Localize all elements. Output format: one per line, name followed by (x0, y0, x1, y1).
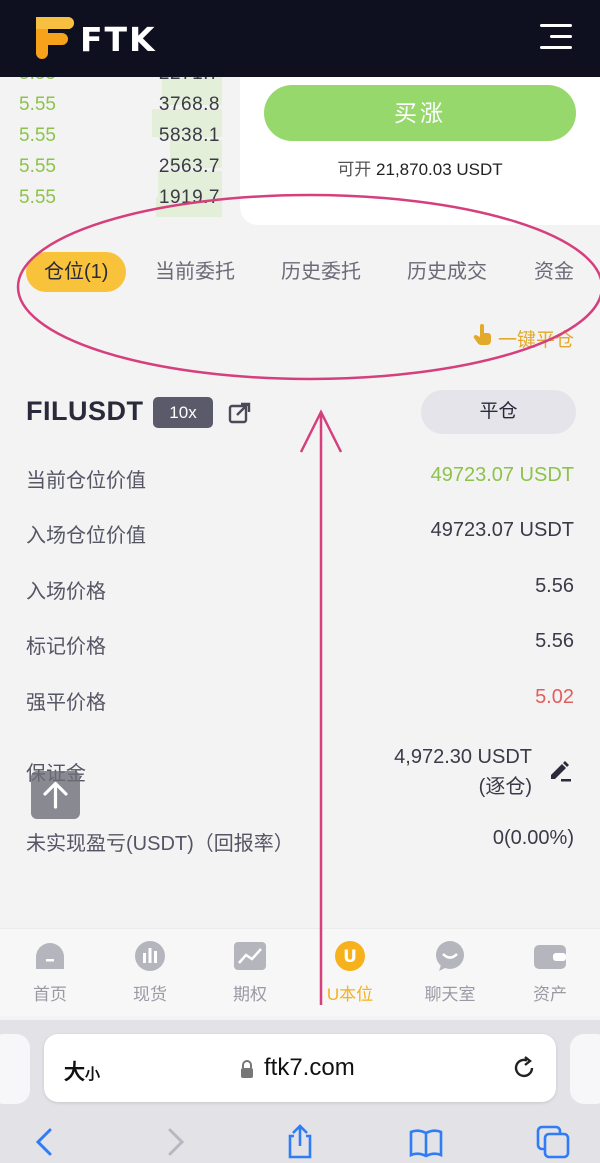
orderbook-row[interactable]: 5.55 2563.7 (0, 156, 240, 187)
position-value: 49723.07 USDT (430, 464, 574, 486)
available-value: 21,870.03 USDT (376, 160, 503, 179)
svg-text:U: U (343, 947, 357, 967)
orderbook-qty: 5838.1 (158, 125, 220, 146)
logo-text: FTK (80, 20, 157, 59)
text-size-small: 小 (85, 1066, 101, 1083)
nav-item-spot[interactable]: 现货 (100, 941, 200, 1005)
position-value-label: 当前仓位价值 (26, 470, 146, 492)
nav-item-assets[interactable]: 资产 (500, 941, 600, 1005)
address-bar[interactable]: 大小 ftk7.com (44, 1034, 556, 1102)
nav-label: 期权 (233, 985, 267, 1004)
share-external-icon[interactable] (228, 401, 252, 425)
orderbook-price: 5.55 (19, 187, 56, 208)
entry-value: 49723.07 USDT (430, 519, 574, 541)
orderbook-row[interactable]: 5.55 2271.7 (0, 77, 240, 94)
chat-icon (436, 941, 464, 971)
nav-label: 现货 (133, 985, 167, 1004)
orderbook-row[interactable]: 5.55 3768.8 (0, 94, 240, 125)
tabs-icon[interactable] (535, 1124, 571, 1160)
tab-positions[interactable]: 仓位(1) (26, 252, 127, 292)
orderbook-row[interactable]: 5.55 5838.1 (0, 125, 240, 156)
orderbook-price: 5.55 (19, 156, 56, 177)
mark-price: 5.56 (535, 630, 574, 652)
browser-chrome: 大小 ftk7.com (0, 1020, 600, 1163)
orderbook-qty: 2271.7 (159, 77, 220, 85)
position-row: 入场仓位价值 49723.07 USDT (0, 519, 600, 553)
tab-trade-history[interactable]: 历史成交 (407, 252, 487, 292)
u-coin-icon: U (335, 941, 365, 971)
nav-label: 资产 (533, 985, 567, 1004)
tab-order-history[interactable]: 历史委托 (281, 252, 361, 292)
wallet-icon (534, 945, 566, 969)
share-icon[interactable] (282, 1124, 318, 1160)
lock-icon (241, 1060, 253, 1078)
nav-item-u-margin[interactable]: U U本位 (300, 941, 400, 1005)
nav-item-options[interactable]: 期权 (200, 941, 300, 1005)
close-position-button[interactable]: 平仓 (421, 390, 576, 434)
leverage-badge: 10x (153, 397, 213, 428)
tab-funds[interactable]: 资金 (534, 252, 574, 292)
mark-price-label: 标记价格 (26, 636, 106, 658)
arrow-up-icon (43, 781, 68, 809)
nav-item-home[interactable]: 首页 (0, 941, 100, 1005)
position-row: 入场价格 5.56 (0, 575, 600, 609)
scroll-to-top-button[interactable] (31, 771, 80, 819)
edit-margin-icon[interactable] (547, 757, 573, 783)
available-amount: 可开 21,870.03 USDT (240, 155, 600, 180)
one-click-close-button[interactable]: 一键平仓 (472, 324, 574, 352)
one-click-close-label: 一键平仓 (497, 330, 574, 351)
orderbook-qty: 3768.8 (158, 94, 220, 115)
reload-icon[interactable] (510, 1054, 538, 1082)
nav-label: U本位 (326, 985, 374, 1004)
orderbook-qty: 1919.7 (158, 187, 220, 208)
text-size-button[interactable]: 大小 (64, 1056, 100, 1086)
orderbook-qty: 2563.7 (158, 156, 220, 177)
spot-chart-icon (135, 941, 165, 971)
back-icon[interactable] (28, 1124, 64, 1160)
liquidation-price: 5.02 (535, 686, 574, 708)
pnl-value: 0(0.00%) (492, 827, 574, 849)
ftk-logo-icon (36, 17, 74, 59)
trade-card: 买涨 可开 21,870.03 USDT (240, 77, 600, 225)
position-row: 当前仓位价值 49723.07 USDT (0, 464, 600, 498)
order-tabs: 仓位(1) 当前委托 历史委托 历史成交 资金 (0, 252, 600, 296)
pnl-row: 未实现盈亏(USDT)（回报率） 0(0.00%) (0, 827, 600, 861)
bookmarks-icon[interactable] (408, 1124, 444, 1160)
bottom-nav: 首页 现货 期权 U U本位 聊天室 资产 (0, 928, 600, 1016)
options-chart-icon (234, 942, 266, 970)
orderbook-price: 5.55 (19, 77, 56, 85)
orderbook-price: 5.55 (19, 94, 56, 115)
entry-price: 5.56 (535, 575, 574, 597)
pointing-hand-icon (472, 324, 494, 352)
orderbook-row[interactable]: 5.55 1919.7 (0, 187, 240, 217)
position-symbol: FILUSDT (26, 396, 144, 426)
available-label: 可开 (337, 160, 372, 179)
entry-price-label: 入场价格 (26, 581, 106, 603)
text-size-large: 大 (64, 1061, 85, 1084)
nav-label: 聊天室 (424, 985, 476, 1004)
entry-value-label: 入场仓位价值 (26, 525, 146, 547)
app-header: FTK (0, 0, 600, 77)
pnl-label: 未实现盈亏(USDT)（回报率） (26, 833, 294, 855)
position-row: 标记价格 5.56 (0, 630, 600, 664)
nav-label: 首页 (33, 985, 67, 1004)
margin-mode: (逐仓) (478, 776, 532, 798)
home-icon (36, 943, 64, 969)
hamburger-menu-icon[interactable] (540, 24, 572, 52)
previous-tab-edge[interactable] (0, 1034, 30, 1104)
url-text: ftk7.com (264, 1054, 355, 1081)
next-tab-edge[interactable] (570, 1034, 600, 1104)
liquidation-price-label: 强平价格 (26, 692, 106, 714)
buy-long-button[interactable]: 买涨 (264, 85, 576, 141)
margin-value: 4,972.30 USDT (394, 746, 532, 768)
tab-open-orders[interactable]: 当前委托 (155, 252, 235, 292)
orderbook-price: 5.55 (19, 125, 56, 146)
nav-item-chat[interactable]: 聊天室 (400, 941, 500, 1005)
orderbook: 5.55 2271.7 5.55 3768.8 5.55 5838.1 5.55… (0, 77, 240, 217)
forward-icon[interactable] (156, 1124, 192, 1160)
margin-value-block: 4,972.30 USDT (逐仓) (394, 742, 532, 802)
position-row: 强平价格 5.02 (0, 686, 600, 720)
